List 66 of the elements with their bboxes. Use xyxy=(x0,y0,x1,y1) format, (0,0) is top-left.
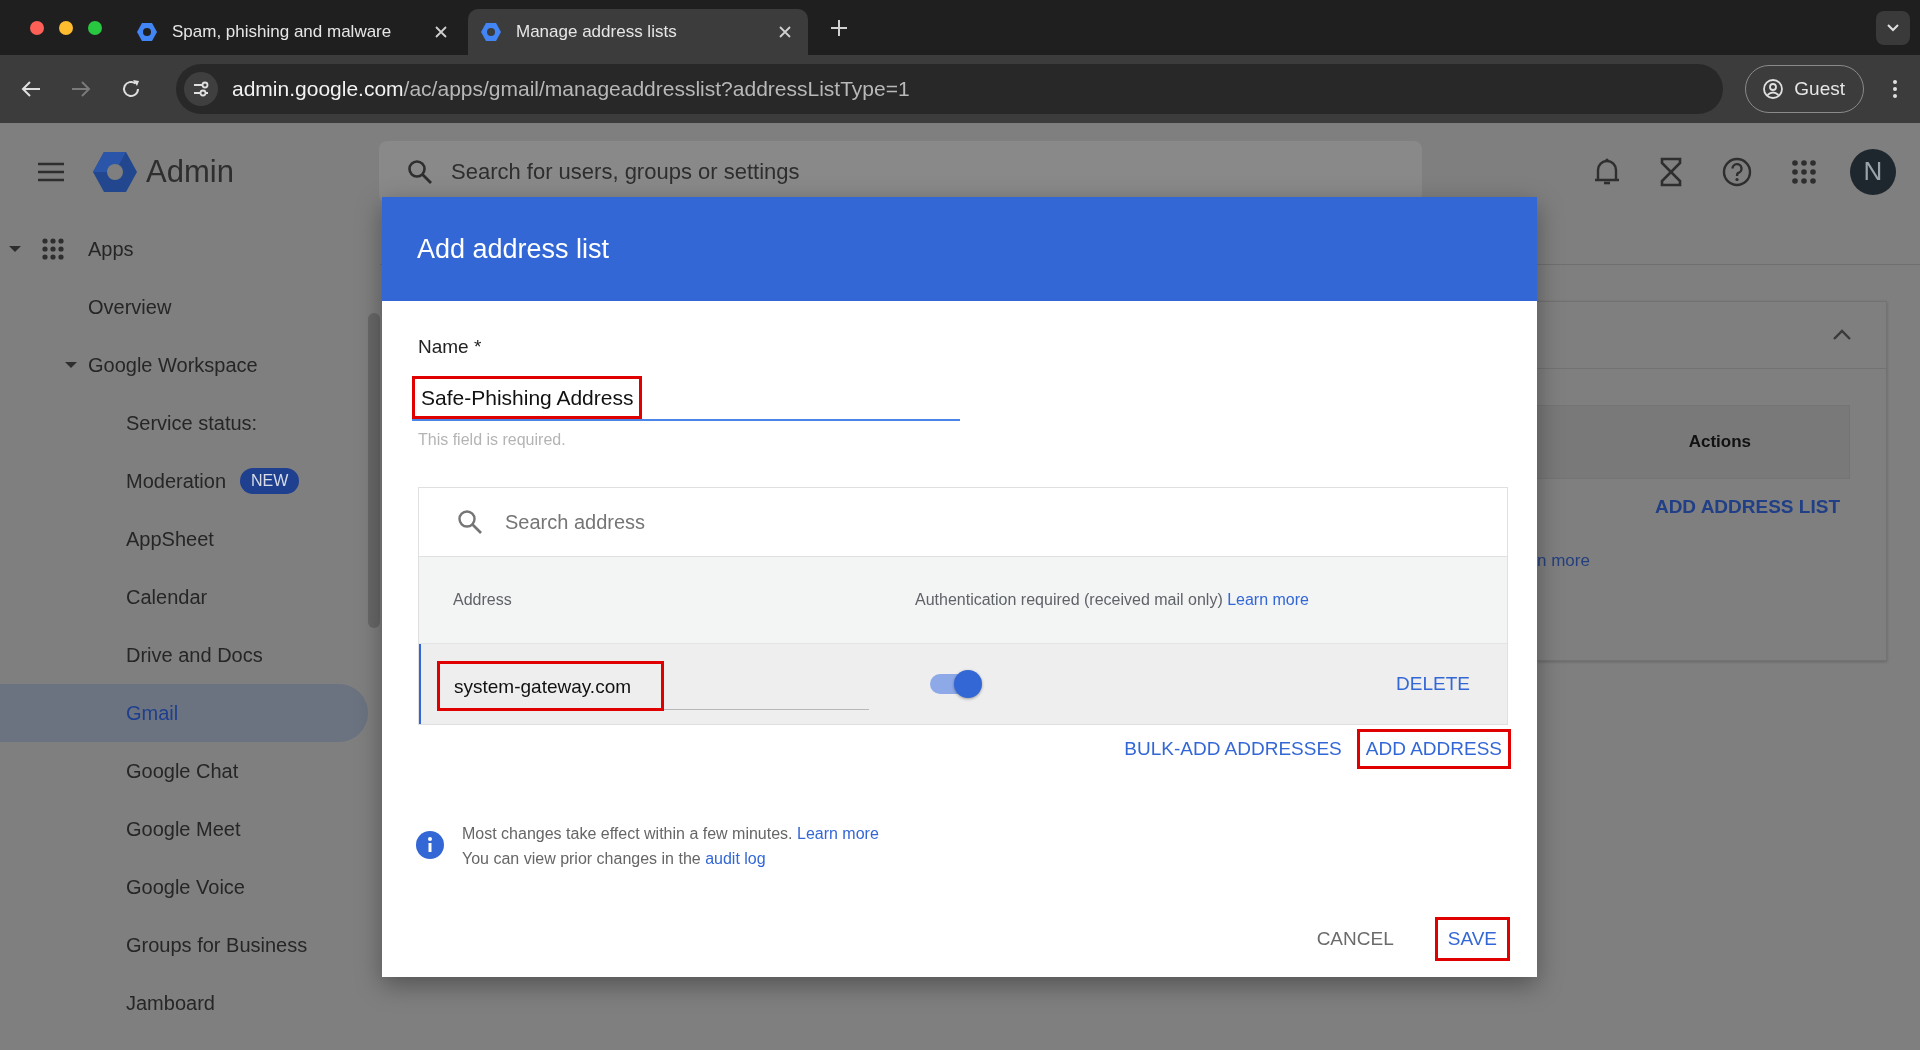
chevron-down-icon xyxy=(1886,22,1900,33)
person-icon xyxy=(1762,78,1785,100)
learn-more-link[interactable]: Learn more xyxy=(1227,591,1309,608)
sidebar-item[interactable]: Overview xyxy=(0,278,368,336)
more-icon[interactable] xyxy=(1892,78,1898,100)
new-badge: NEW xyxy=(240,468,300,494)
save-button[interactable]: SAVE xyxy=(1434,917,1510,961)
delete-button[interactable]: DELETE xyxy=(1387,664,1479,704)
sidebar-item[interactable]: Google Meet xyxy=(0,800,368,858)
minimize-window-button[interactable] xyxy=(59,20,73,35)
hexagon-icon xyxy=(136,21,158,43)
text-button[interactable]: ADD ADDRESS xyxy=(1356,729,1511,769)
close-icon[interactable] xyxy=(778,25,792,39)
link[interactable]: audit log xyxy=(705,850,766,867)
search-icon xyxy=(407,158,433,185)
sidebar-item[interactable]: Google Voice xyxy=(0,858,368,916)
apps-grid-icon xyxy=(42,238,64,260)
sidebar-item[interactable]: AppSheet xyxy=(0,510,368,568)
maximize-window-button[interactable] xyxy=(88,20,102,35)
tab-search-button[interactable] xyxy=(1876,10,1910,45)
field-hint: This field is required. xyxy=(418,431,566,449)
reload-icon[interactable] xyxy=(120,78,142,100)
new-tab-icon[interactable] xyxy=(830,18,848,37)
add-address-list-button[interactable]: ADD ADDRESS LIST xyxy=(1654,496,1840,518)
browser-tab[interactable]: Manage address lists xyxy=(468,9,808,55)
hexagon-logo-icon xyxy=(92,150,138,193)
info-text: Most changes take effect within a few minutes. Learn more xyxy=(462,824,879,844)
site-settings-icon[interactable] xyxy=(184,72,218,106)
name-field[interactable]: Safe-Phishing Address xyxy=(412,378,960,421)
address-bar[interactable]: admin.google.com/ac/apps/gmail/manageaddresslist?addressListType=1 xyxy=(176,64,1724,114)
search-field[interactable]: Search for users, groups or settings xyxy=(379,140,1422,203)
scrollbar[interactable] xyxy=(368,313,380,628)
column-header: Actions xyxy=(1688,432,1751,452)
learn-more-link[interactable]: n more xyxy=(1537,551,1886,571)
avatar[interactable]: N xyxy=(1850,148,1896,195)
sidebar-item[interactable]: Google Chat xyxy=(0,742,368,800)
bell-icon[interactable] xyxy=(1594,156,1620,187)
dialog-title: Add address list xyxy=(417,233,610,265)
url-text: admin.google.com/ac/apps/gmail/manageaddresslist?addressListType=1 xyxy=(232,77,910,101)
hourglass-icon[interactable] xyxy=(1660,156,1682,187)
close-window-button[interactable] xyxy=(30,20,44,35)
product-name: Admin xyxy=(146,153,235,190)
cancel-button[interactable]: CANCEL xyxy=(1303,917,1407,961)
sidebar-item[interactable]: Drive and Docs xyxy=(0,626,368,684)
column-header: Address xyxy=(452,591,513,609)
field-label: Name * xyxy=(418,335,482,359)
menu-icon[interactable] xyxy=(37,161,65,182)
text-button[interactable]: BULK-ADD ADDRESSES xyxy=(1115,729,1351,769)
info-text: You can view prior changes in the audit log xyxy=(462,849,767,869)
help-icon[interactable] xyxy=(1722,156,1752,187)
link[interactable]: Learn more xyxy=(797,825,879,842)
search-icon xyxy=(457,509,483,535)
hexagon-icon xyxy=(480,21,502,43)
sidebar-item[interactable]: Apps xyxy=(0,220,368,278)
column-header: Authentication required (received mail only) Learn more xyxy=(915,591,1309,609)
close-icon[interactable] xyxy=(434,25,448,39)
info-icon xyxy=(416,831,444,859)
browser-tab[interactable]: Spam, phishing and malware xyxy=(124,9,464,55)
sidebar-item[interactable]: Groups for Business xyxy=(0,916,368,974)
sidebar-item[interactable]: Jamboard xyxy=(0,974,368,1032)
sidebar-item[interactable]: Calendar xyxy=(0,568,368,626)
sidebar-item[interactable]: Service status: xyxy=(0,394,368,452)
apps-grid-icon[interactable] xyxy=(1792,159,1816,184)
sidebar-item[interactable]: Moderation NEW xyxy=(0,452,368,510)
sidebar-item[interactable]: Google Workspace xyxy=(0,336,368,394)
chevron-up-icon[interactable] xyxy=(1832,329,1852,341)
